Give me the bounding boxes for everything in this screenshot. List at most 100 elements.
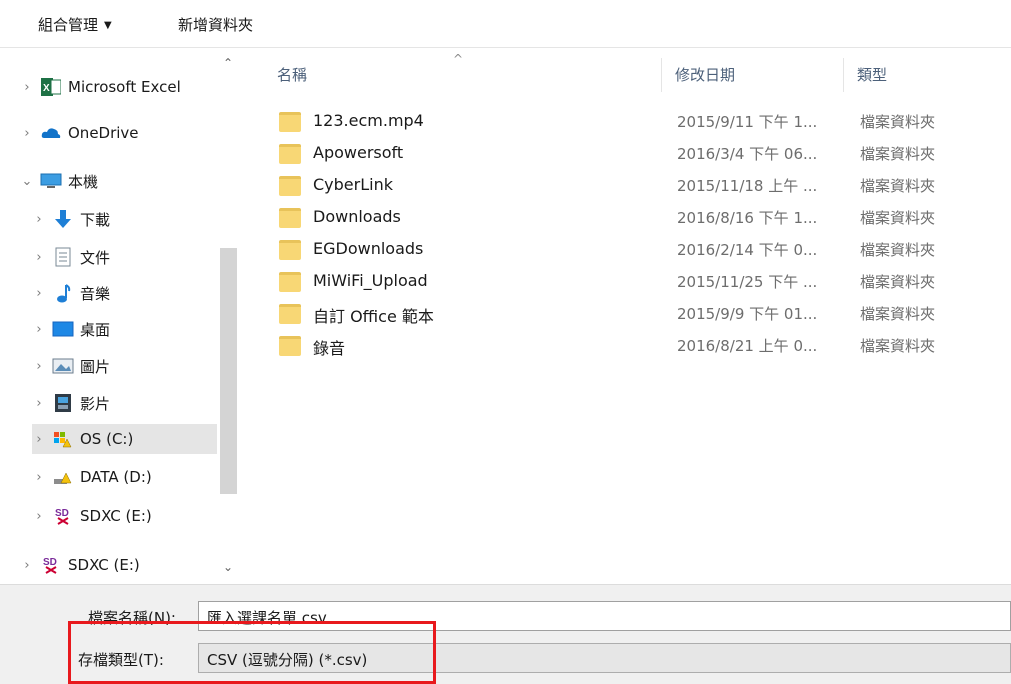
list-item[interactable]: EGDownloads 2016/2/14 下午 0... 檔案資料夾 bbox=[273, 234, 993, 266]
list-item[interactable]: Apowersoft 2016/3/4 下午 06... 檔案資料夾 bbox=[273, 138, 993, 170]
nav-scrollbar[interactable]: ⌃ ⌄ bbox=[217, 48, 241, 584]
file-date: 2015/9/9 下午 01... bbox=[677, 305, 818, 323]
nav-item-downloads[interactable]: › 下載 bbox=[32, 204, 110, 234]
file-date: 2016/8/21 上午 0... bbox=[677, 337, 818, 355]
file-date: 2015/11/18 上午 ... bbox=[677, 177, 818, 195]
nav-item-data-d[interactable]: › DATA (D:) bbox=[32, 462, 152, 492]
file-type: 檔案資料夾 bbox=[860, 209, 936, 227]
list-item[interactable]: Downloads 2016/8/16 下午 1... 檔案資料夾 bbox=[273, 202, 993, 234]
drive-c-icon bbox=[52, 429, 74, 449]
file-date: 2015/11/25 下午 ... bbox=[677, 273, 818, 291]
music-icon bbox=[52, 283, 74, 303]
chevron-right-icon[interactable]: › bbox=[20, 126, 34, 141]
drive-d-icon bbox=[52, 467, 74, 487]
file-type: 檔案資料夾 bbox=[860, 305, 936, 323]
file-type: 檔案資料夾 bbox=[860, 337, 936, 355]
folder-icon bbox=[279, 144, 301, 164]
folder-icon bbox=[279, 112, 301, 132]
file-date: 2016/8/16 下午 1... bbox=[677, 209, 818, 227]
column-header-date[interactable]: 修改日期 bbox=[675, 64, 735, 85]
nav-item-label: 圖片 bbox=[80, 357, 111, 376]
nav-item-label: 桌面 bbox=[80, 320, 111, 339]
sd-card-icon: SD bbox=[40, 555, 62, 575]
nav-item-music[interactable]: › 音樂 bbox=[32, 278, 110, 308]
organize-button[interactable]: 組合管理 ▼ bbox=[38, 14, 112, 35]
file-name: 自訂 Office 範本 bbox=[313, 307, 434, 326]
nav-item-documents[interactable]: › 文件 bbox=[32, 242, 110, 272]
list-item[interactable]: CyberLink 2015/11/18 上午 ... 檔案資料夾 bbox=[273, 170, 993, 202]
column-header-name[interactable]: 名稱 bbox=[277, 64, 307, 85]
chevron-down-icon[interactable]: ⌄ bbox=[20, 174, 34, 189]
excel-icon: X bbox=[40, 77, 62, 97]
nav-item-label: 影片 bbox=[80, 394, 111, 413]
chevron-right-icon[interactable]: › bbox=[32, 396, 46, 411]
nav-item-this-pc[interactable]: ⌄ 本機 bbox=[20, 166, 98, 196]
sort-ascending-icon: ^ bbox=[453, 52, 464, 66]
file-name: 123.ecm.mp4 bbox=[313, 111, 424, 130]
nav-item-videos[interactable]: › 影片 bbox=[32, 388, 110, 418]
chevron-right-icon[interactable]: › bbox=[20, 80, 34, 95]
nav-item-label: Microsoft Excel bbox=[68, 78, 181, 96]
nav-item-sdxc-e[interactable]: › SD SDXC (E:) bbox=[32, 501, 152, 531]
file-date: 2016/2/14 下午 0... bbox=[677, 241, 818, 259]
nav-item-onedrive[interactable]: › OneDrive bbox=[20, 118, 138, 148]
chevron-down-icon: ▼ bbox=[104, 20, 112, 31]
desktop-icon bbox=[52, 319, 74, 339]
folder-icon bbox=[279, 336, 301, 356]
nav-item-sdxc-e-root[interactable]: › SD SDXC (E:) bbox=[20, 550, 139, 580]
navigation-pane: › X Microsoft Excel › OneDrive ⌄ 本機 › 下載… bbox=[0, 48, 243, 584]
nav-item-desktop[interactable]: › 桌面 bbox=[32, 314, 110, 344]
svg-text:SD: SD bbox=[43, 557, 57, 568]
nav-item-label: 本機 bbox=[68, 172, 99, 191]
list-item[interactable]: 123.ecm.mp4 2015/9/11 下午 1... 檔案資料夾 bbox=[273, 106, 993, 138]
chevron-right-icon[interactable]: › bbox=[32, 509, 46, 524]
sd-card-icon: SD bbox=[52, 506, 74, 526]
chevron-right-icon[interactable]: › bbox=[32, 432, 46, 447]
list-item[interactable]: 錄音 2016/8/21 上午 0... 檔案資料夾 bbox=[273, 330, 993, 362]
file-name: 錄音 bbox=[313, 339, 346, 358]
downloads-icon bbox=[52, 209, 74, 229]
folder-icon bbox=[279, 208, 301, 228]
nav-item-label: DATA (D:) bbox=[80, 468, 152, 486]
nav-item-pictures[interactable]: › 圖片 bbox=[32, 351, 110, 381]
file-type: 檔案資料夾 bbox=[860, 273, 936, 291]
file-list: ^ 名稱 修改日期 類型 123.ecm.mp4 2015/9/11 下午 1.… bbox=[243, 48, 1011, 584]
folder-icon bbox=[279, 304, 301, 324]
this-pc-icon bbox=[40, 171, 62, 191]
scroll-down-icon[interactable]: ⌄ bbox=[223, 560, 233, 574]
chevron-right-icon[interactable]: › bbox=[32, 250, 46, 265]
column-divider[interactable] bbox=[661, 58, 662, 92]
list-item[interactable]: 自訂 Office 範本 2015/9/9 下午 01... 檔案資料夾 bbox=[273, 298, 993, 330]
nav-item-label: SDXC (E:) bbox=[80, 507, 152, 525]
chevron-right-icon[interactable]: › bbox=[32, 286, 46, 301]
filetype-label: 存檔類型(T): bbox=[78, 651, 164, 669]
scroll-up-icon[interactable]: ⌃ bbox=[223, 56, 233, 70]
nav-item-microsoft-excel[interactable]: › X Microsoft Excel bbox=[20, 72, 181, 102]
list-item[interactable]: MiWiFi_Upload 2015/11/25 下午 ... 檔案資料夾 bbox=[273, 266, 993, 298]
file-name: Apowersoft bbox=[313, 143, 404, 162]
nav-item-os-c[interactable]: › OS (C:) bbox=[32, 424, 217, 454]
onedrive-icon bbox=[40, 123, 62, 143]
documents-icon bbox=[52, 247, 74, 267]
chevron-right-icon[interactable]: › bbox=[32, 470, 46, 485]
chevron-right-icon[interactable]: › bbox=[32, 212, 46, 227]
chevron-right-icon[interactable]: › bbox=[20, 558, 34, 573]
chevron-right-icon[interactable]: › bbox=[32, 359, 46, 374]
filetype-dropdown[interactable]: CSV (逗號分隔) (*.csv) bbox=[198, 643, 1011, 673]
svg-text:SD: SD bbox=[55, 508, 69, 519]
svg-text:X: X bbox=[43, 83, 50, 94]
save-form: 檔案名稱(N): 匯入選課名單.csv 存檔類型(T): CSV (逗號分隔) … bbox=[0, 584, 1011, 684]
file-name: Downloads bbox=[313, 207, 401, 226]
command-bar: 組合管理 ▼ 新增資料夾 bbox=[0, 0, 1011, 48]
chevron-right-icon[interactable]: › bbox=[32, 322, 46, 337]
column-divider[interactable] bbox=[843, 58, 844, 92]
file-date: 2015/9/11 下午 1... bbox=[677, 113, 818, 131]
filename-field[interactable]: 匯入選課名單.csv bbox=[198, 601, 1011, 631]
nav-item-label: 文件 bbox=[80, 248, 111, 267]
pictures-icon bbox=[52, 356, 74, 376]
file-name: CyberLink bbox=[313, 175, 393, 194]
scrollbar-thumb[interactable] bbox=[220, 248, 237, 494]
column-header-type[interactable]: 類型 bbox=[857, 64, 887, 85]
nav-item-label: 下載 bbox=[80, 210, 111, 229]
new-folder-button[interactable]: 新增資料夾 bbox=[178, 14, 253, 35]
